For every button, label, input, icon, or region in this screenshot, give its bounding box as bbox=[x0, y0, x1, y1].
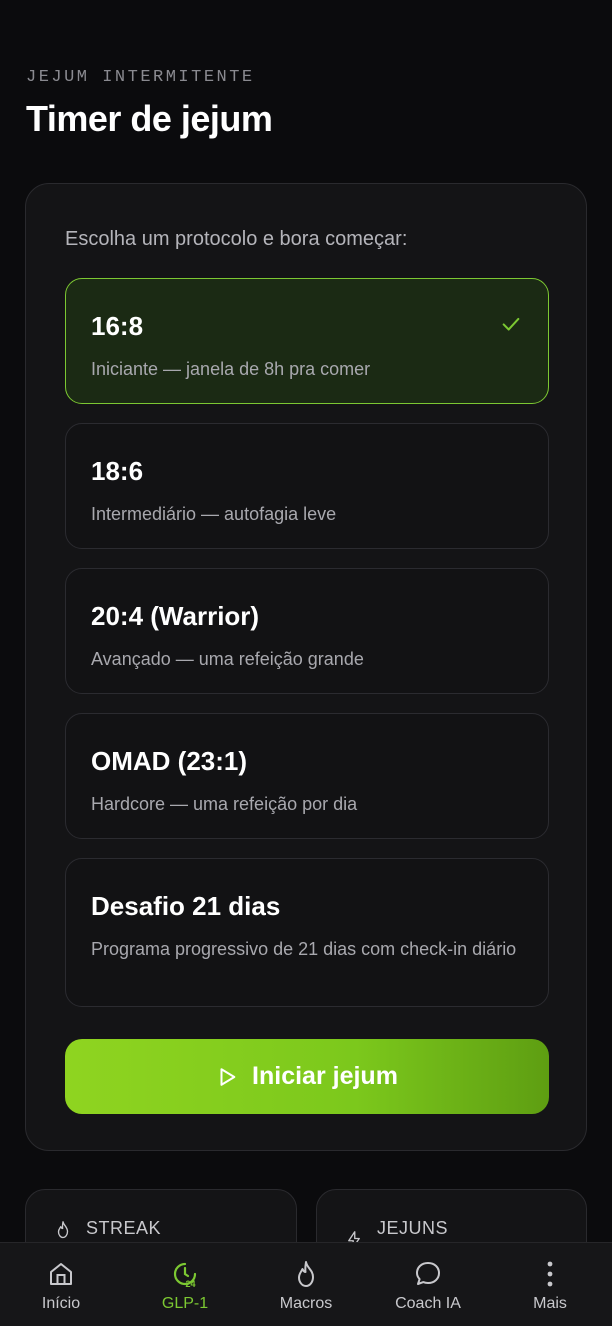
flame-icon bbox=[57, 1221, 69, 1239]
protocol-name: 18:6 bbox=[91, 456, 144, 486]
nav-label: Macros bbox=[279, 1295, 333, 1312]
protocol-option-desafio-21[interactable]: Desafio 21 dias Programa progressivo de … bbox=[65, 858, 549, 1007]
protocol-description: Avançado — uma refeição grande bbox=[91, 649, 364, 669]
play-icon bbox=[220, 1067, 236, 1086]
page-eyebrow: JEJUM INTERMITENTE bbox=[26, 68, 255, 87]
bottom-nav: Início 24 GLP-1 Macros Coach IA Mais bbox=[0, 1242, 612, 1326]
nav-item-mais[interactable]: Mais bbox=[515, 1243, 585, 1326]
protocol-prompt: Escolha um protocolo e bora começar: bbox=[65, 228, 408, 250]
protocol-description: Iniciante — janela de 8h pra comer bbox=[91, 359, 371, 379]
start-fast-button[interactable]: Iniciar jejum bbox=[65, 1039, 549, 1114]
protocol-description: Intermediário — autofagia leve bbox=[91, 504, 337, 524]
protocol-name: 20:4 (Warrior) bbox=[91, 601, 260, 631]
protocol-description: Hardcore — uma refeição por dia bbox=[91, 794, 358, 814]
nav-label: Mais bbox=[533, 1295, 567, 1312]
home-icon bbox=[50, 1263, 72, 1285]
check-icon bbox=[502, 317, 520, 331]
protocol-option-16-8[interactable]: 16:8 Iniciante — janela de 8h pra comer bbox=[65, 278, 549, 404]
protocol-option-omad[interactable]: OMAD (23:1) Hardcore — uma refeição por … bbox=[65, 713, 549, 839]
timer-24-icon: 24 bbox=[173, 1262, 197, 1289]
nav-item-inicio[interactable]: Início bbox=[20, 1243, 102, 1326]
stat-label: JEJUNS bbox=[377, 1218, 449, 1238]
nav-label: Início bbox=[41, 1295, 81, 1312]
nav-label: Coach IA bbox=[395, 1295, 461, 1312]
protocol-name: OMAD (23:1) bbox=[91, 746, 248, 776]
protocol-card: Escolha um protocolo e bora começar: 16:… bbox=[25, 183, 587, 1151]
protocol-name: 16:8 bbox=[91, 311, 144, 341]
start-fast-label: Iniciar jejum bbox=[252, 1062, 398, 1090]
protocol-option-18-6[interactable]: 18:6 Intermediário — autofagia leve bbox=[65, 423, 549, 549]
stat-label: STREAK bbox=[86, 1218, 162, 1238]
nav-item-coach-ia[interactable]: Coach IA bbox=[382, 1243, 474, 1326]
chat-bubble-icon bbox=[416, 1262, 440, 1285]
nav-item-glp1[interactable]: 24 GLP-1 bbox=[144, 1243, 226, 1326]
page-title: Timer de jejum bbox=[26, 98, 273, 139]
protocol-description: Programa progressivo de 21 dias com chec… bbox=[91, 939, 517, 959]
svg-text:24: 24 bbox=[186, 1279, 196, 1289]
protocol-name: Desafio 21 dias bbox=[91, 891, 281, 921]
more-vertical-icon bbox=[547, 1261, 553, 1287]
nav-label: GLP-1 bbox=[161, 1295, 209, 1312]
nav-item-macros[interactable]: Macros bbox=[265, 1243, 347, 1326]
flame-icon bbox=[298, 1261, 314, 1287]
protocol-option-20-4[interactable]: 20:4 (Warrior) Avançado — uma refeição g… bbox=[65, 568, 549, 694]
